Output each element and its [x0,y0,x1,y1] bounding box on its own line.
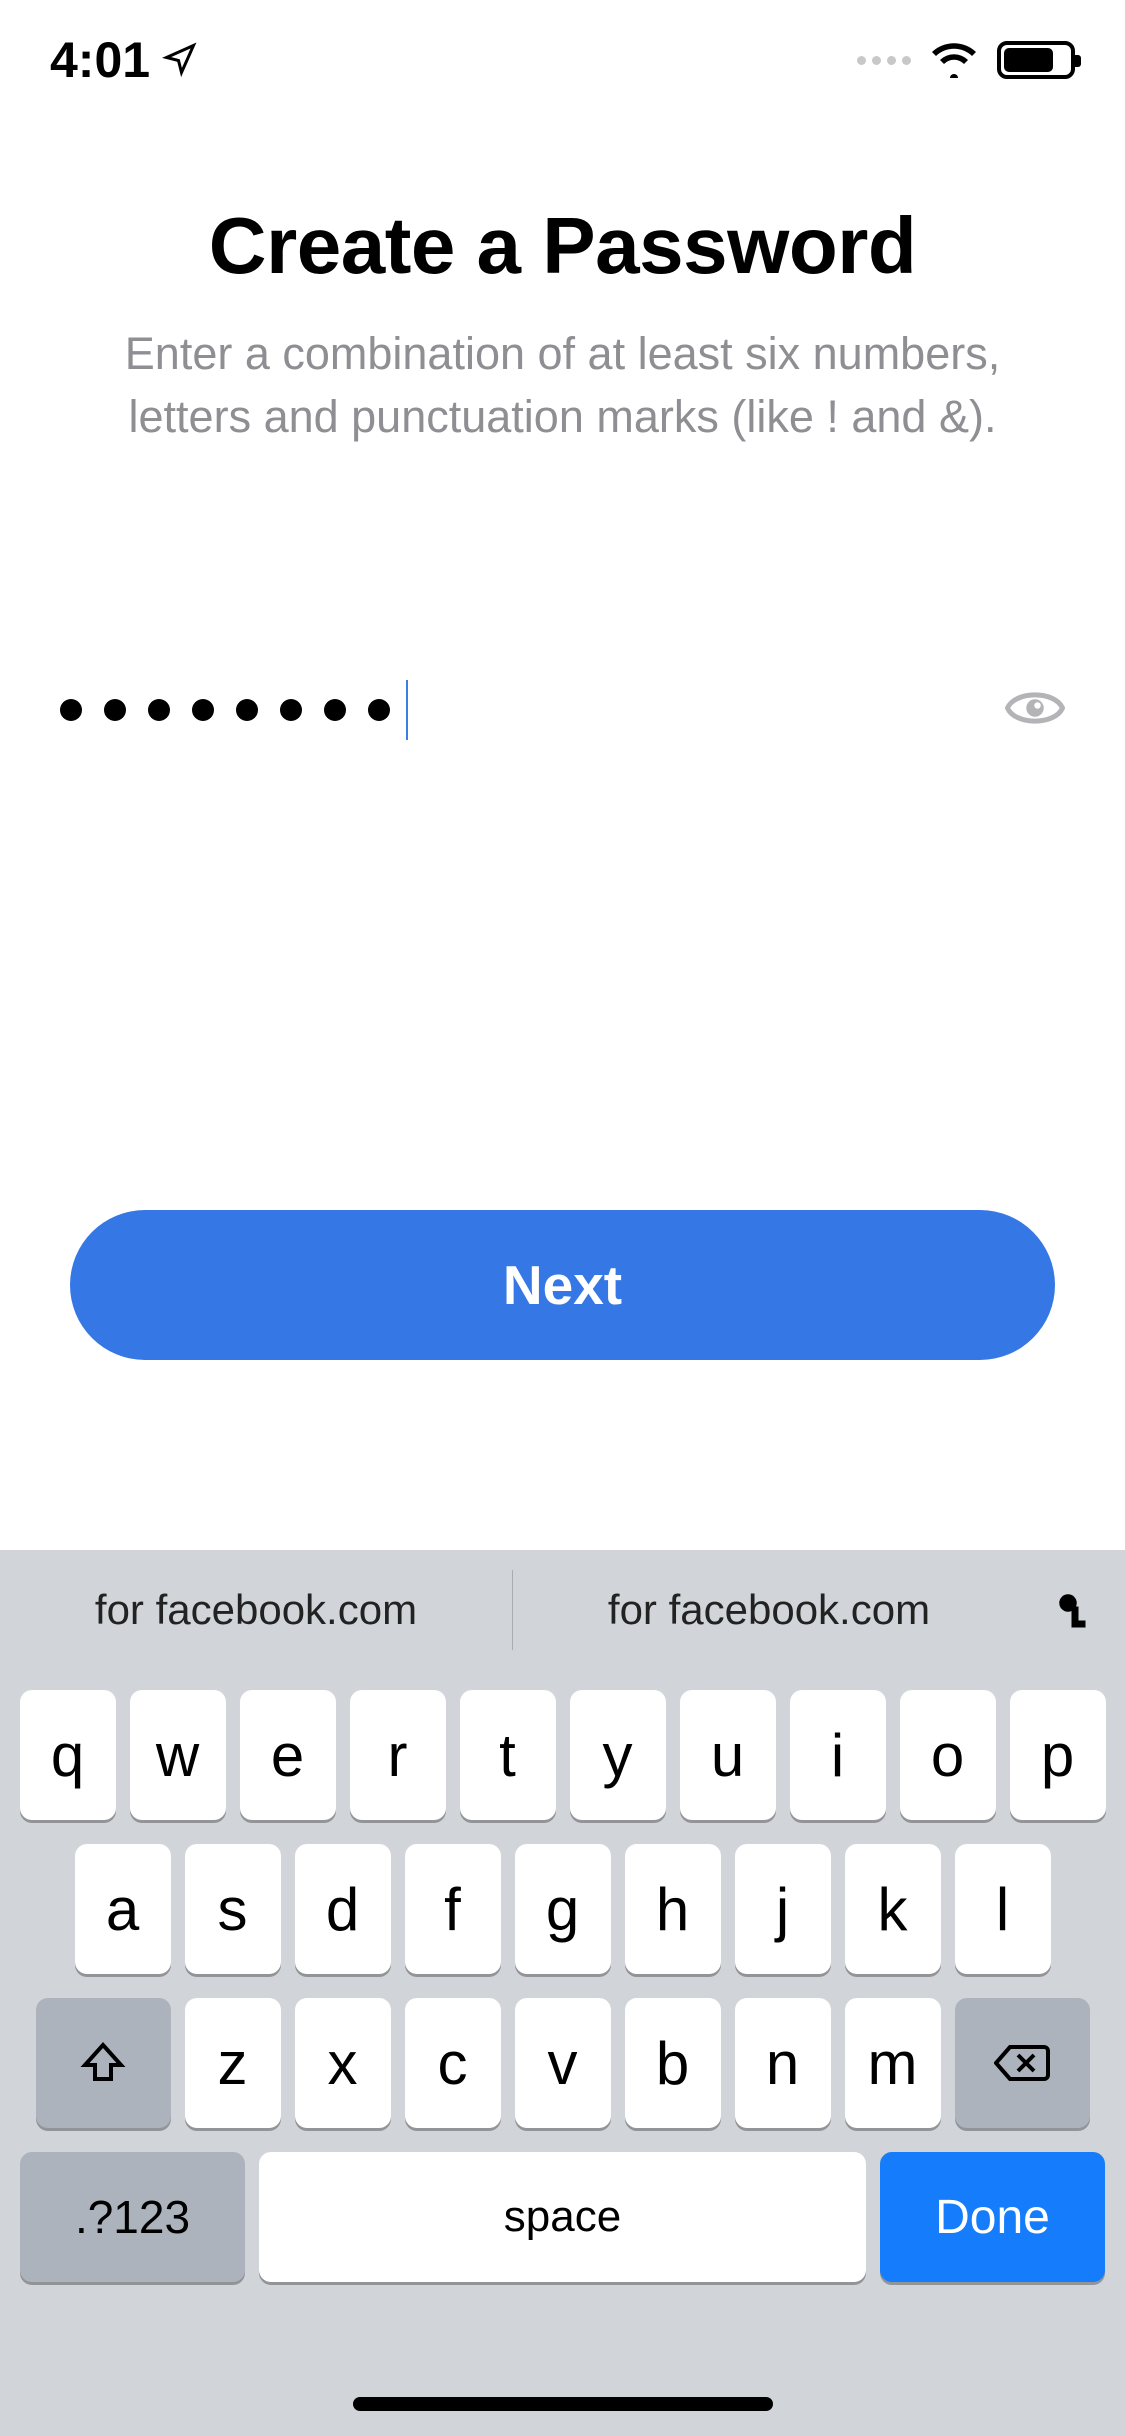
key-w[interactable]: w [130,1690,226,1820]
key-k[interactable]: k [845,1844,941,1974]
key-m[interactable]: m [845,1998,941,2128]
key-p[interactable]: p [1010,1690,1106,1820]
key-x[interactable]: x [295,1998,391,2128]
done-key[interactable]: Done [880,2152,1105,2282]
keyboard-row-bottom: .?123 space Done [10,2152,1115,2282]
status-time: 4:01 [50,31,150,89]
status-left: 4:01 [50,31,198,89]
page-title: Create a Password [60,200,1065,292]
key-n[interactable]: n [735,1998,831,2128]
show-password-icon[interactable] [1005,684,1065,737]
main-content: Create a Password Enter a combination of… [0,160,1125,448]
key-e[interactable]: e [240,1690,336,1820]
numbers-key[interactable]: .?123 [20,2152,245,2282]
key-j[interactable]: j [735,1844,831,1974]
status-right [857,38,1075,83]
key-v[interactable]: v [515,1998,611,2128]
key-q[interactable]: q [20,1690,116,1820]
keyboard-row-1: qwertyuiop [10,1690,1115,1820]
keyboard-row-2: asdfghjkl [10,1844,1115,1974]
autofill-suggestion-bar: for facebook.com for facebook.com [0,1550,1125,1670]
autofill-suggestion-2[interactable]: for facebook.com [513,1550,1025,1670]
key-a[interactable]: a [75,1844,171,1974]
keyboard-rows: qwertyuiop asdfghjkl zxcvbnm .?123 space… [0,1670,1125,2326]
passwords-key-icon[interactable] [1025,1589,1125,1631]
key-h[interactable]: h [625,1844,721,1974]
key-y[interactable]: y [570,1690,666,1820]
battery-icon [997,41,1075,79]
key-r[interactable]: r [350,1690,446,1820]
key-u[interactable]: u [680,1690,776,1820]
shift-key[interactable] [36,1998,171,2128]
password-field-row [60,680,1065,740]
autofill-suggestion-1[interactable]: for facebook.com [0,1550,512,1670]
status-bar: 4:01 [0,0,1125,120]
wifi-icon [929,38,979,83]
key-l[interactable]: l [955,1844,1051,1974]
page-subtitle: Enter a combination of at least six numb… [60,322,1065,448]
next-button[interactable]: Next [70,1210,1055,1360]
location-icon [162,31,198,89]
key-s[interactable]: s [185,1844,281,1974]
backspace-key[interactable] [955,1998,1090,2128]
keyboard: for facebook.com for facebook.com qwerty… [0,1550,1125,2436]
cellular-dots-icon [857,56,911,65]
home-indicator[interactable] [353,2397,773,2411]
password-input[interactable] [60,680,408,740]
key-g[interactable]: g [515,1844,611,1974]
space-key[interactable]: space [259,2152,866,2282]
keyboard-row-3: zxcvbnm [10,1998,1115,2128]
key-o[interactable]: o [900,1690,996,1820]
key-z[interactable]: z [185,1998,281,2128]
key-i[interactable]: i [790,1690,886,1820]
key-b[interactable]: b [625,1998,721,2128]
key-d[interactable]: d [295,1844,391,1974]
key-f[interactable]: f [405,1844,501,1974]
key-c[interactable]: c [405,1998,501,2128]
key-t[interactable]: t [460,1690,556,1820]
